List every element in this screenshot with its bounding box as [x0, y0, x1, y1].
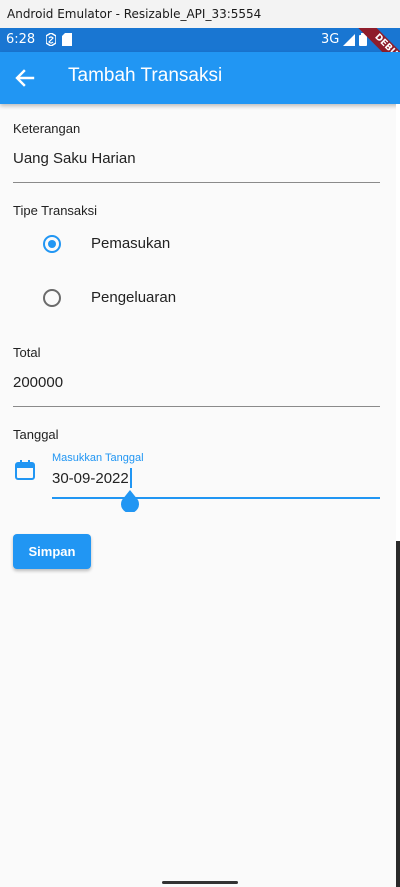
gesture-nav-handle[interactable] [162, 881, 238, 884]
window-edge [396, 104, 400, 541]
total-field[interactable]: 200000 [13, 374, 63, 391]
keterangan-label: Keterangan [13, 121, 81, 136]
radio-label-pengeluaran: Pengeluaran [91, 289, 177, 306]
emulator-title: Android Emulator - Resizable_API_33:5554 [7, 7, 262, 21]
sim-settings-icon [46, 33, 56, 46]
radio-button-pemasukan[interactable] [43, 235, 61, 253]
sd-card-icon [62, 33, 72, 46]
keterangan-field[interactable]: Uang Saku Harian [13, 150, 136, 167]
radio-button-pengeluaran[interactable] [43, 289, 61, 307]
app-frame: Android Emulator - Resizable_API_33:5554… [0, 0, 400, 887]
window-edge-shadow [396, 541, 400, 887]
total-underline [13, 406, 380, 407]
tanggal-label: Tanggal [13, 427, 59, 442]
date-input-underline [52, 497, 380, 499]
network-type: 3G [321, 32, 340, 47]
date-floating-label: Masukkan Tanggal [52, 452, 144, 464]
app-bar: Tambah Transaksi [0, 52, 400, 104]
calendar-icon [15, 460, 35, 480]
selection-handle[interactable] [120, 490, 140, 512]
page-title: Tambah Transaksi [68, 65, 223, 86]
radio-option-pemasukan[interactable]: Pemasukan [0, 217, 400, 271]
save-button[interactable]: Simpan [13, 534, 91, 569]
tipe-transaksi-label: Tipe Transaksi [13, 203, 98, 218]
status-notification-icons [46, 33, 72, 46]
total-label: Total [13, 345, 41, 360]
emulator-title-bar: Android Emulator - Resizable_API_33:5554 [0, 0, 400, 28]
arrow-back-icon [15, 69, 35, 87]
keterangan-underline [13, 182, 380, 183]
radio-option-pengeluaran[interactable]: Pengeluaran [0, 271, 400, 325]
radio-label-pemasukan: Pemasukan [91, 235, 171, 252]
date-input[interactable] [52, 468, 380, 488]
back-button[interactable] [12, 66, 38, 90]
status-time: 6:28 [6, 32, 36, 47]
text-cursor [130, 468, 132, 488]
